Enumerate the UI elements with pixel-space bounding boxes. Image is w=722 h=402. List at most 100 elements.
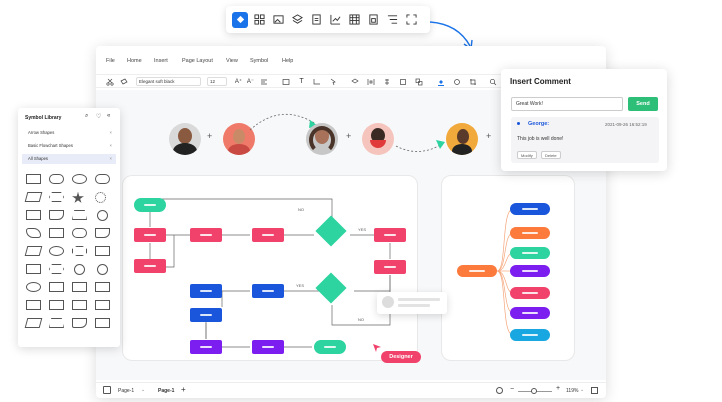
flow-process-node[interactable] — [252, 228, 284, 242]
category-all-shapes[interactable]: All Shapes × — [22, 154, 116, 164]
text-tool-icon[interactable]: T — [297, 77, 306, 86]
size-icon[interactable] — [398, 77, 407, 86]
shape-symbol[interactable] — [72, 174, 87, 184]
mindmap-branch[interactable] — [510, 227, 550, 239]
shape-symbol[interactable] — [95, 174, 110, 184]
flow-process-node[interactable] — [374, 260, 406, 274]
shape-symbol[interactable] — [49, 228, 64, 238]
align-objects-icon[interactable] — [382, 77, 391, 86]
page-view-icon[interactable] — [103, 386, 111, 394]
collapse-icon[interactable]: « — [107, 113, 110, 119]
shape-symbol[interactable] — [49, 282, 64, 292]
shape-symbol[interactable] — [49, 174, 64, 184]
flow-process-node[interactable] — [134, 228, 166, 242]
shape-symbol[interactable] — [24, 246, 43, 256]
font-family-select[interactable]: Elegant soft black — [136, 77, 201, 86]
cut-icon[interactable] — [105, 77, 114, 86]
page-tab-active[interactable]: Page-1 — [158, 388, 174, 394]
shape-symbol[interactable] — [95, 300, 110, 310]
shape-symbol[interactable] — [72, 228, 87, 238]
shape-symbol[interactable] — [72, 318, 87, 328]
shape-symbol[interactable] — [26, 210, 41, 220]
pointer-tool-icon[interactable] — [328, 77, 337, 86]
line-style-icon[interactable] — [452, 77, 461, 86]
chart-icon[interactable] — [327, 12, 343, 28]
mindmap-branch[interactable] — [510, 329, 550, 341]
shape-symbol[interactable] — [26, 282, 41, 292]
flow-end-node[interactable] — [314, 340, 346, 354]
font-size-select[interactable]: 12 — [207, 77, 227, 86]
shape-symbol[interactable] — [49, 192, 64, 202]
menu-help[interactable]: Help — [282, 58, 293, 64]
flow-process-node[interactable] — [252, 340, 284, 354]
shape-symbol[interactable] — [74, 264, 85, 275]
shape-symbol[interactable] — [49, 264, 64, 274]
connector-tool-icon[interactable] — [312, 77, 321, 86]
mindmap-root[interactable] — [457, 265, 497, 277]
mindmap-branch[interactable] — [510, 247, 550, 259]
search-icon[interactable] — [488, 77, 497, 86]
shape-symbol[interactable] — [49, 300, 64, 310]
flow-process-node[interactable] — [374, 228, 406, 242]
comment-input[interactable]: Great Work! — [511, 97, 623, 111]
chevron-down-icon[interactable]: ⌄ — [580, 387, 584, 393]
shape-symbol[interactable] — [95, 228, 110, 238]
flow-process-node[interactable] — [190, 284, 222, 298]
fit-screen-icon[interactable] — [403, 12, 419, 28]
shape-symbol[interactable] — [95, 282, 110, 292]
layers-tool-icon[interactable] — [350, 77, 359, 86]
shape-symbol[interactable] — [72, 210, 87, 220]
page-icon[interactable] — [365, 12, 381, 28]
menu-file[interactable]: File — [106, 58, 115, 64]
format-painter-icon[interactable] — [119, 77, 128, 86]
shape-symbol[interactable] — [24, 318, 43, 328]
modify-button[interactable]: Modify — [517, 151, 537, 159]
mindmap-branch[interactable] — [510, 307, 550, 319]
close-icon[interactable]: × — [110, 128, 112, 138]
shape-symbol[interactable] — [97, 264, 108, 275]
shape-symbol[interactable] — [24, 192, 43, 202]
document-icon[interactable] — [308, 12, 324, 28]
shape-symbol[interactable] — [26, 264, 41, 274]
decrease-font-icon[interactable]: A⁻ — [246, 77, 255, 86]
fullscreen-icon[interactable] — [591, 387, 598, 394]
heart-icon[interactable]: ♡ — [96, 113, 101, 120]
flow-process-node[interactable] — [190, 340, 222, 354]
mindmap-branch[interactable] — [510, 287, 550, 299]
send-button[interactable]: Send — [628, 97, 658, 111]
page-tab-dropdown[interactable]: Page-1 — [118, 388, 134, 394]
zoom-out-icon[interactable]: − — [510, 386, 514, 393]
shape-symbol[interactable] — [95, 246, 110, 256]
shape-symbol[interactable] — [26, 228, 41, 238]
flow-process-node[interactable] — [190, 308, 222, 322]
image-icon[interactable] — [270, 12, 286, 28]
layers-icon[interactable] — [289, 12, 305, 28]
shape-symbol[interactable] — [95, 192, 106, 203]
menu-page-layout[interactable]: Page Layout — [182, 58, 213, 64]
grid-icon[interactable] — [251, 12, 267, 28]
menu-home[interactable]: Home — [127, 58, 142, 64]
flow-process-node[interactable] — [190, 228, 222, 242]
flow-process-node[interactable] — [134, 259, 166, 273]
zoom-in-icon[interactable]: + — [556, 385, 560, 392]
shape-symbol[interactable] — [26, 174, 41, 184]
delete-button[interactable]: Delete — [541, 151, 561, 159]
search-icon[interactable]: ⌕ — [85, 113, 88, 120]
fit-icon[interactable] — [496, 387, 503, 394]
distribute-icon[interactable] — [366, 77, 375, 86]
fill-color-icon[interactable] — [436, 77, 445, 86]
flow-process-node[interactable] — [252, 284, 284, 298]
group-icon[interactable] — [414, 77, 423, 86]
shape-symbol[interactable] — [49, 210, 64, 220]
category-arrow-shapes[interactable]: Arrow Shapes × — [22, 128, 116, 138]
crop-icon[interactable] — [468, 77, 477, 86]
fill-icon[interactable] — [232, 11, 248, 28]
flow-start-node[interactable] — [134, 198, 166, 212]
outline-icon[interactable] — [384, 12, 400, 28]
table-icon[interactable] — [346, 12, 362, 28]
shape-symbol[interactable] — [97, 210, 108, 221]
rectangle-tool-icon[interactable] — [281, 77, 290, 86]
add-page-icon[interactable]: + — [181, 385, 186, 394]
category-basic-flowchart[interactable]: Basic Flowchart Shapes × — [22, 141, 116, 151]
chevron-down-icon[interactable]: ⌄ — [141, 387, 145, 393]
